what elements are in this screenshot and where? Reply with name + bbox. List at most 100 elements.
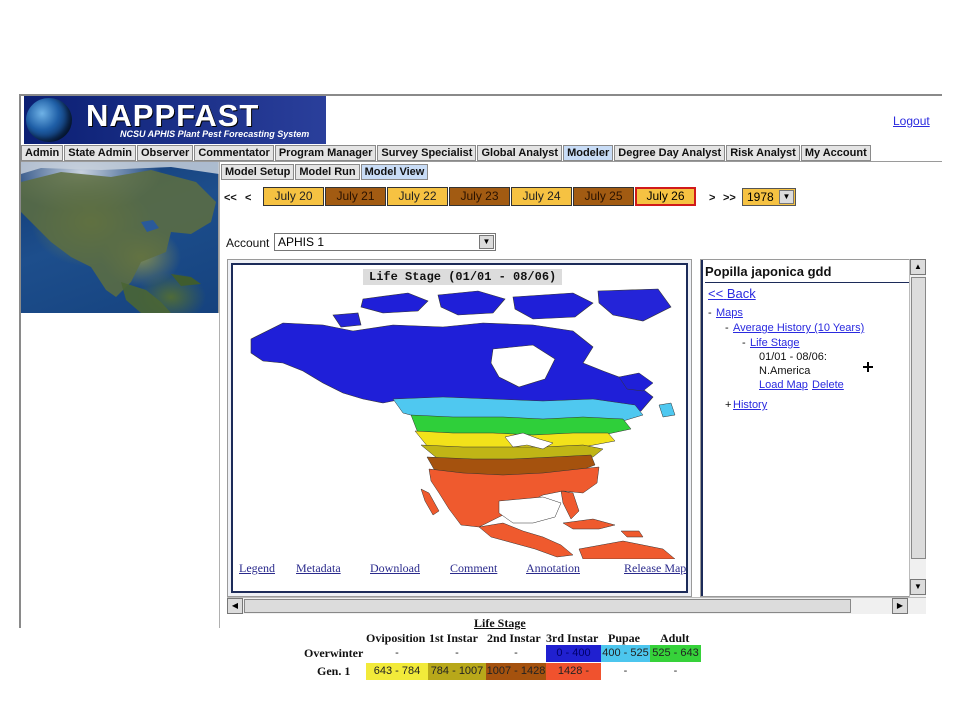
back-prefix: <<: [708, 286, 724, 301]
download-link[interactable]: Download: [370, 561, 420, 576]
legend-cell: -: [623, 665, 628, 677]
chevron-down-icon[interactable]: ▼: [479, 235, 494, 249]
release-map-link[interactable]: Release Map: [624, 561, 686, 576]
logout-link[interactable]: Logout: [893, 114, 930, 128]
globe-icon: [26, 98, 72, 142]
vertical-scrollbar[interactable]: ▲ ▼: [909, 259, 926, 597]
next-page-button[interactable]: >: [709, 192, 715, 204]
date-range-label: 01/01 - 08/06:: [759, 351, 827, 363]
first-page-button[interactable]: <<: [224, 192, 237, 204]
satellite-map-thumbnail: [21, 162, 219, 313]
tab-global-analyst[interactable]: Global Analyst: [477, 145, 563, 161]
scroll-left-icon[interactable]: ◀: [227, 598, 243, 614]
nappfast-logo: NAPPFAST NCSU APHIS Plant Pest Forecasti…: [24, 96, 326, 144]
legend-title: Life Stage: [474, 616, 526, 630]
tree-bullet: -: [725, 322, 729, 334]
year-select-value: 1978: [747, 190, 774, 204]
previous-page-button[interactable]: <: [245, 192, 251, 204]
map-frame: Life Stage (01/01 - 08/06) Legend Metada…: [231, 263, 688, 593]
tab-survey-specialist[interactable]: Survey Specialist: [377, 145, 477, 161]
move-cursor-icon: [863, 362, 873, 372]
day-button-july-26[interactable]: July 26: [635, 187, 696, 206]
chevron-down-icon[interactable]: ▼: [779, 190, 794, 204]
metadata-link[interactable]: Metadata: [296, 561, 341, 576]
expand-icon[interactable]: +: [725, 399, 731, 411]
row-label-gen-1: Gen. 1: [317, 664, 351, 678]
navigation-tree-panel: Popilla japonica gdd << Back - Maps - Av…: [700, 259, 926, 597]
tab-admin[interactable]: Admin: [21, 145, 64, 161]
column-header-2nd-instar: 2nd Instar: [487, 631, 541, 645]
map-panel: Life Stage (01/01 - 08/06) Legend Metada…: [227, 259, 692, 597]
tab-modeler[interactable]: Modeler: [563, 145, 614, 161]
tree-frame: Popilla japonica gdd << Back - Maps - Av…: [701, 260, 911, 596]
legend-cell: -: [395, 647, 399, 659]
tab-program-manager[interactable]: Program Manager: [274, 145, 377, 161]
tab-risk-analyst[interactable]: Risk Analyst: [726, 145, 800, 161]
scroll-up-icon[interactable]: ▲: [910, 259, 926, 275]
satellite-land-shapes: [21, 162, 219, 313]
account-select-value: APHIS 1: [278, 235, 325, 249]
scroll-right-icon[interactable]: ▶: [892, 598, 908, 614]
row-label-overwinter: Overwinter: [304, 646, 364, 660]
tree-bullet: -: [708, 307, 712, 319]
tab-commentator[interactable]: Commentator: [194, 145, 274, 161]
tree-title: Popilla japonica gdd: [705, 264, 832, 279]
year-select[interactable]: 1978 ▼: [742, 188, 796, 206]
column-header-1st-instar: 1st Instar: [429, 631, 479, 645]
legend-cell: 1428 -: [546, 663, 601, 680]
day-button-july-25[interactable]: July 25: [573, 187, 634, 206]
day-button-july-24[interactable]: July 24: [511, 187, 572, 206]
account-select[interactable]: APHIS 1 ▼: [274, 233, 496, 251]
tab-model-setup[interactable]: Model Setup: [221, 164, 295, 180]
tab-observer[interactable]: Observer: [137, 145, 194, 161]
sidebar-divider: [219, 162, 220, 628]
legend-link[interactable]: Legend: [239, 561, 275, 576]
column-header-oviposition: Oviposition: [366, 631, 426, 645]
legend-cell: 1007 - 1428: [486, 663, 546, 680]
day-button-july-21[interactable]: July 21: [325, 187, 386, 206]
tab-degree-day-analyst[interactable]: Degree Day Analyst: [614, 145, 726, 161]
tree-divider: [705, 282, 909, 283]
delete-link[interactable]: Delete: [812, 379, 844, 391]
life-stage-map: [250, 288, 676, 559]
tab-model-run[interactable]: Model Run: [295, 164, 360, 180]
legend-cell: -: [514, 647, 518, 659]
legend-cell: 643 - 784: [366, 663, 428, 680]
column-header-pupae: Pupae: [608, 631, 641, 645]
tab-my-account[interactable]: My Account: [800, 145, 871, 161]
role-tabs: Admin State Admin Observer Commentator P…: [21, 145, 871, 161]
legend-cell: 784 - 1007: [428, 663, 486, 680]
life-stage-link[interactable]: Life Stage: [750, 337, 800, 349]
map-title: Life Stage (01/01 - 08/06): [363, 269, 563, 285]
scroll-down-icon[interactable]: ▼: [910, 579, 926, 595]
last-page-button[interactable]: >>: [723, 192, 736, 204]
history-link[interactable]: History: [733, 399, 767, 411]
maps-link[interactable]: Maps: [716, 307, 743, 319]
day-button-july-23[interactable]: July 23: [449, 187, 510, 206]
load-map-link[interactable]: Load Map: [759, 379, 808, 391]
legend-cell: 525 - 643: [650, 645, 701, 662]
tab-model-view[interactable]: Model View: [360, 164, 429, 180]
legend-cell: 0 - 400: [546, 645, 601, 662]
back-label: Back: [726, 286, 756, 301]
model-sub-tabs: Model Setup Model Run Model View: [221, 164, 429, 180]
back-link[interactable]: << Back: [708, 286, 756, 301]
legend-cell: 400 - 525: [601, 645, 650, 662]
average-history-link[interactable]: Average History (10 Years): [733, 322, 864, 334]
map-links: Legend Metadata Download Comment Annotat…: [233, 561, 690, 577]
column-header-adult: Adult: [660, 631, 690, 645]
horizontal-scrollbar[interactable]: ◀ ▶: [227, 597, 926, 614]
region-label: N.America: [759, 365, 811, 377]
legend-cell: -: [673, 665, 678, 677]
column-header-3rd-instar: 3rd Instar: [546, 631, 599, 645]
day-button-july-22[interactable]: July 22: [387, 187, 448, 206]
horizontal-scroll-thumb[interactable]: [244, 599, 851, 613]
vertical-scroll-thumb[interactable]: [911, 277, 926, 559]
comment-link[interactable]: Comment: [450, 561, 497, 576]
legend-cell: -: [455, 647, 459, 659]
tree-bullet: -: [742, 337, 746, 349]
tab-state-admin[interactable]: State Admin: [64, 145, 136, 161]
day-button-july-20[interactable]: July 20: [263, 187, 324, 206]
logo-subtitle: NCSU APHIS Plant Pest Forecasting System: [120, 129, 310, 139]
annotation-link[interactable]: Annotation: [526, 561, 580, 576]
